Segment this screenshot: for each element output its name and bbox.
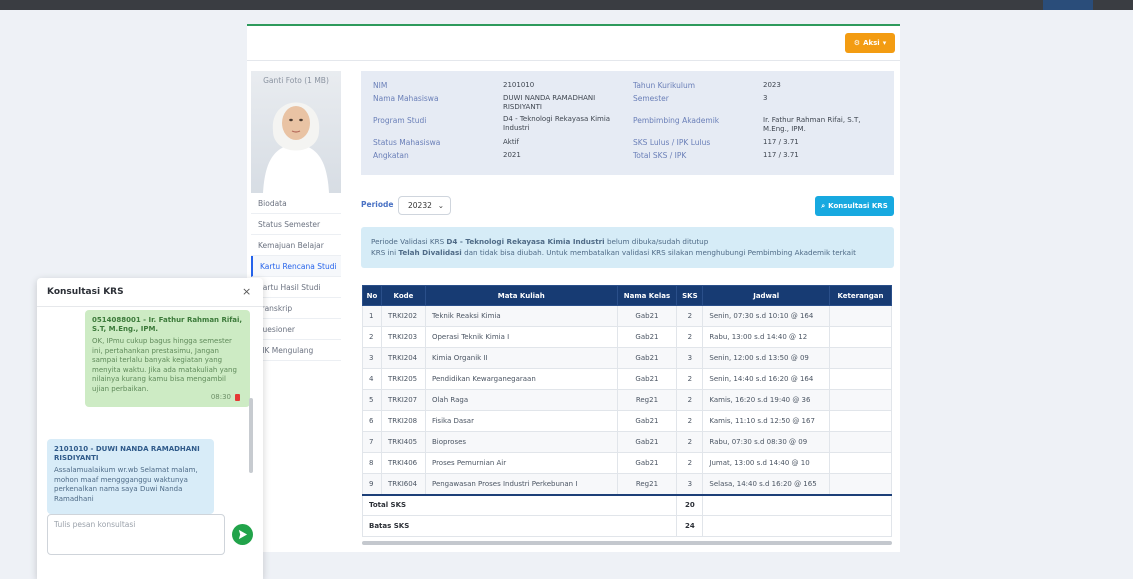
chat-message-student: 2101010 - DUWI NANDA RAMADHANI RISDIYANT… <box>47 439 214 514</box>
total-sks-label: Total SKS / IPK <box>633 151 687 160</box>
total-sks-row: Total SKS 20 <box>361 493 892 516</box>
batas-sks-row: Batas SKS 24 <box>361 515 892 537</box>
close-icon[interactable]: × <box>242 285 251 298</box>
table-row: 3 TRKI204 Kimia Organik II Gab21 3 Senin, 12:… <box>362 347 892 369</box>
table-row: 4 TRKI205 Pendidikan Kewarganegaraan Gab21 2… <box>362 368 892 390</box>
send-button[interactable] <box>232 524 253 545</box>
chat-title: Konsultasi KRS <box>47 287 124 297</box>
status-value: Aktif <box>503 138 519 146</box>
nama-value: DUWI NANDA RAMADHANI RISDIYANTI <box>503 94 596 111</box>
pembimbing-label: Pembimbing Akademik <box>633 116 720 125</box>
chat-input-placeholder: Tulis pesan konsultasi <box>54 520 136 529</box>
navbar-accent <box>1043 0 1093 10</box>
side-menu-status-semester[interactable]: Status Semester <box>251 214 341 235</box>
message-time: 08:30 <box>210 393 231 401</box>
table-row: 8 TRKI406 Proses Pemurnian Air Gab21 2 Jumat,… <box>362 452 892 474</box>
chat-panel: Konsultasi KRS × 0514088001 - Ir. Fathur… <box>37 278 263 579</box>
prodi-value: D4 - Teknologi Rekayasa Kimia Industri <box>503 115 611 132</box>
trash-icon[interactable] <box>235 393 240 401</box>
table-header-row: No Kode Mata Kuliah Nama Kelas SKS Jadwa… <box>362 285 892 306</box>
kurikulum-label: Tahun Kurikulum <box>633 81 696 90</box>
table-horizontal-scrollbar[interactable] <box>362 541 892 545</box>
angkatan-value: 2021 <box>503 151 521 159</box>
nim-label: NIM <box>373 81 388 90</box>
message-meta: 08:30 <box>211 393 240 401</box>
student-info-panel: NIM 2101010 Nama Mahasiswa DUWI NANDA RA… <box>361 71 894 175</box>
sks-lulus-label: SKS Lulus / IPK Lulus <box>633 138 711 147</box>
side-menu-kartu-rencana-studi[interactable]: Kartu Rencana Studi <box>251 256 341 277</box>
col-mata-kuliah: Mata Kuliah <box>424 285 618 306</box>
send-icon <box>238 529 248 540</box>
table-row: 6 TRKI208 Fisika Dasar Gab21 2 Kamis, 11:10 s… <box>362 410 892 432</box>
validation-alert: Periode Validasi KRS D4 - Teknologi Reka… <box>361 227 894 268</box>
side-menu-mk-mengulang[interactable]: MK Mengulang <box>251 340 341 361</box>
col-nama-kelas: Nama Kelas <box>616 285 678 306</box>
krs-table: No Kode Mata Kuliah Nama Kelas SKS Jadwa… <box>361 285 892 537</box>
gear-icon: ⚙ <box>853 39 861 47</box>
card-header-divider <box>247 60 900 61</box>
col-jadwal: Jadwal <box>702 285 831 306</box>
total-sks-value: 117 / 3.71 <box>763 151 799 159</box>
side-menu-biodata[interactable]: Biodata <box>251 193 341 214</box>
student-photo-image <box>263 102 329 193</box>
col-kode: Kode <box>380 285 426 306</box>
side-menu-kartu-hasil-studi[interactable]: Kartu Hasil Studi <box>251 277 341 298</box>
status-label: Status Mahasiswa <box>373 138 441 147</box>
change-photo-link[interactable]: Ganti Foto (1 MB) <box>251 76 341 85</box>
table-row: 9 TRKI604 Pengawasan Proses Industri Perke… <box>362 473 892 495</box>
side-menu-transkrip[interactable]: Transkrip <box>251 298 341 319</box>
sks-lulus-value: 117 / 3.71 <box>763 138 799 146</box>
message-sender: 0514088001 - Ir. Fathur Rahman Rifai, S.… <box>92 316 243 333</box>
nim-value: 2101010 <box>503 81 535 89</box>
periode-label: Periode <box>361 200 394 209</box>
table-row: 7 TRKI405 Bioproses Gab21 2 Rabu, 07:30 s.d 0… <box>362 431 892 453</box>
student-photo <box>251 71 341 193</box>
alert-line-1: Periode Validasi KRS D4 - Teknologi Reka… <box>371 237 709 246</box>
periode-select[interactable]: 20232 ⌄ <box>398 196 451 215</box>
message-text: Assalamualaikum wr.wb Selamat malam, moh… <box>54 466 198 503</box>
side-menu-kemajuan-belajar[interactable]: Kemajuan Belajar <box>251 235 341 256</box>
aksi-button[interactable]: ⚙ Aksi ▾ <box>845 33 895 53</box>
col-no: No <box>362 285 382 306</box>
chat-divider <box>37 306 263 307</box>
konsultasi-krs-label: Konsultasi KRS <box>828 202 888 210</box>
message-text: OK, IPmu cukup bagus hingga semester ini… <box>92 337 237 393</box>
chevron-down-icon: ⌄ <box>437 201 444 210</box>
table-row: 1 TRKI202 Teknik Reaksi Kimia Gab21 2 Senin, … <box>362 305 892 327</box>
chat-icon: ⌕ <box>821 201 826 210</box>
caret-down-icon: ▾ <box>882 39 887 47</box>
konsultasi-krs-button[interactable]: ⌕ Konsultasi KRS <box>815 196 894 216</box>
top-navbar <box>0 0 1133 10</box>
periode-value: 20232 <box>408 201 432 210</box>
angkatan-label: Angkatan <box>373 151 409 160</box>
chat-scrollbar[interactable] <box>249 398 253 473</box>
aksi-label: Aksi <box>863 39 880 47</box>
side-menu-kuesioner[interactable]: Kuesioner <box>251 319 341 340</box>
table-row: 2 TRKI203 Operasi Teknik Kimia I Gab21 2 Rabu… <box>362 326 892 348</box>
table-row: 5 TRKI207 Olah Raga Reg21 2 Kamis, 16:20 s.d … <box>362 389 892 411</box>
student-side-menu: Biodata Status Semester Kemajuan Belajar… <box>251 193 341 361</box>
col-sks: SKS <box>676 285 704 306</box>
prodi-label: Program Studi <box>373 116 427 125</box>
alert-line-2: KRS ini Telah Divalidasi dan tidak bisa … <box>371 248 856 257</box>
pembimbing-value: Ir. Fathur Rahman Rifai, S.T, M.Eng., IP… <box>763 116 861 133</box>
kurikulum-value: 2023 <box>763 81 781 89</box>
chat-message-input[interactable]: Tulis pesan konsultasi <box>47 514 225 555</box>
nama-label: Nama Mahasiswa <box>373 94 439 103</box>
semester-label: Semester <box>633 94 669 103</box>
message-sender: 2101010 - DUWI NANDA RAMADHANI RISDIYANT… <box>54 445 200 462</box>
semester-value: 3 <box>763 94 768 102</box>
chat-message-advisor: 0514088001 - Ir. Fathur Rahman Rifai, S.… <box>85 310 250 407</box>
col-keterangan: Keterangan <box>829 285 892 306</box>
